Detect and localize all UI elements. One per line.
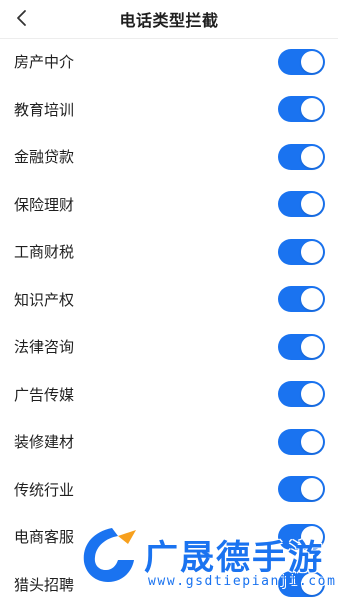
toggle-switch[interactable] [278,49,325,75]
list-item-label: 装修建材 [14,431,74,452]
list-item: 知识产权 [0,276,338,324]
toggle-switch[interactable] [278,144,325,170]
toggle-knob [301,146,323,168]
list-item: 金融贷款 [0,133,338,181]
toggle-switch[interactable] [278,476,325,502]
list-item: 传统行业 [0,466,338,514]
toggle-switch[interactable] [278,96,325,122]
list-item-label: 知识产权 [14,289,74,310]
toggle-knob [301,193,323,215]
list-item-label: 金融贷款 [14,146,74,167]
list-item-label: 保险理财 [14,194,74,215]
brand-logo-icon [78,524,140,586]
list-item: 教育培训 [0,86,338,134]
list-item: 保险理财 [0,181,338,229]
list-item: 工商财税 [0,228,338,276]
toggle-knob [301,51,323,73]
list-item: 法律咨询 [0,323,338,371]
list-item-label: 广告传媒 [14,384,74,405]
toggle-knob [301,478,323,500]
list-item-label: 猎头招聘 [14,574,74,595]
chevron-left-icon [15,8,29,28]
list-item-label: 传统行业 [14,479,74,500]
list-item: 房产中介 [0,38,338,86]
page-title: 电话类型拦截 [119,7,218,31]
toggle-switch[interactable] [278,191,325,217]
toggle-switch[interactable] [278,239,325,265]
list-item-label: 电商客服 [14,526,74,547]
toggle-switch[interactable] [278,286,325,312]
toggle-knob [301,98,323,120]
toggle-switch[interactable] [278,429,325,455]
back-button[interactable] [10,6,34,30]
list-item-label: 教育培训 [14,99,74,120]
watermark-brand: 广晟德手游 [144,530,324,579]
header-bar: 电话类型拦截 [0,0,338,39]
toggle-switch[interactable] [278,334,325,360]
watermark-url: www.gsdtiepianji.com [148,574,337,589]
list-item-label: 法律咨询 [14,336,74,357]
toggle-knob [301,336,323,358]
watermark: 广晟德手游 www.gsdtiepianji.com [78,522,338,600]
list-item: 广告传媒 [0,371,338,419]
toggle-switch[interactable] [278,381,325,407]
toggle-knob [301,383,323,405]
toggle-knob [301,431,323,453]
list-item: 装修建材 [0,418,338,466]
list-item-label: 房产中介 [14,51,74,72]
list-item-label: 工商财税 [14,241,74,262]
toggle-knob [301,288,323,310]
toggle-knob [301,241,323,263]
